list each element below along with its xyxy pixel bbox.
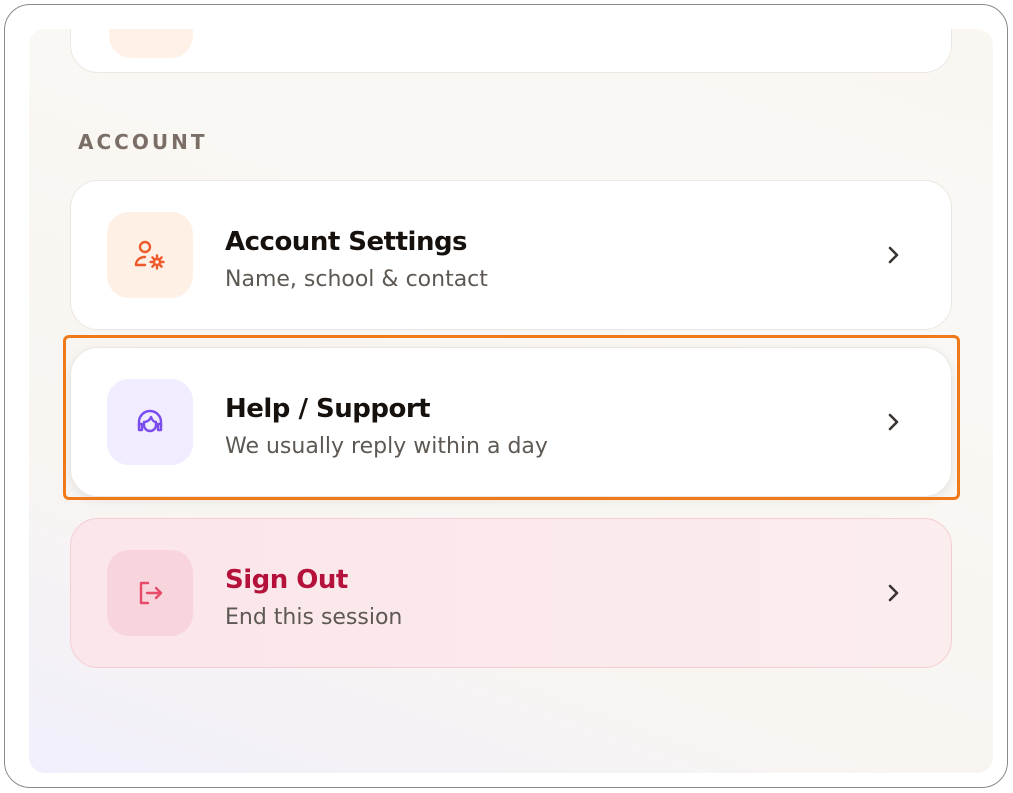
help-support-row[interactable]: Help / Support We usually reply within a… bbox=[70, 347, 952, 497]
help-support-subtitle: We usually reply within a day bbox=[225, 434, 548, 459]
device-frame: ACCOUNT Account Settings Name, school & … bbox=[4, 4, 1008, 788]
user-gear-icon bbox=[107, 212, 193, 298]
account-settings-subtitle: Name, school & contact bbox=[225, 267, 488, 292]
headset-icon bbox=[107, 379, 193, 465]
section-label-account: ACCOUNT bbox=[78, 130, 208, 154]
sign-out-row[interactable]: Sign Out End this session bbox=[70, 518, 952, 668]
settings-screen: ACCOUNT Account Settings Name, school & … bbox=[29, 29, 993, 773]
sign-out-title: Sign Out bbox=[225, 565, 348, 595]
previous-card-icon bbox=[109, 29, 193, 58]
account-settings-title: Account Settings bbox=[225, 227, 468, 257]
chevron-right-icon bbox=[879, 241, 907, 269]
previous-card bbox=[70, 29, 952, 73]
sign-out-subtitle: End this session bbox=[225, 605, 403, 630]
account-settings-row[interactable]: Account Settings Name, school & contact bbox=[70, 180, 952, 330]
chevron-right-icon bbox=[879, 579, 907, 607]
help-support-title: Help / Support bbox=[225, 394, 431, 424]
logout-icon bbox=[107, 550, 193, 636]
chevron-right-icon bbox=[879, 408, 907, 436]
